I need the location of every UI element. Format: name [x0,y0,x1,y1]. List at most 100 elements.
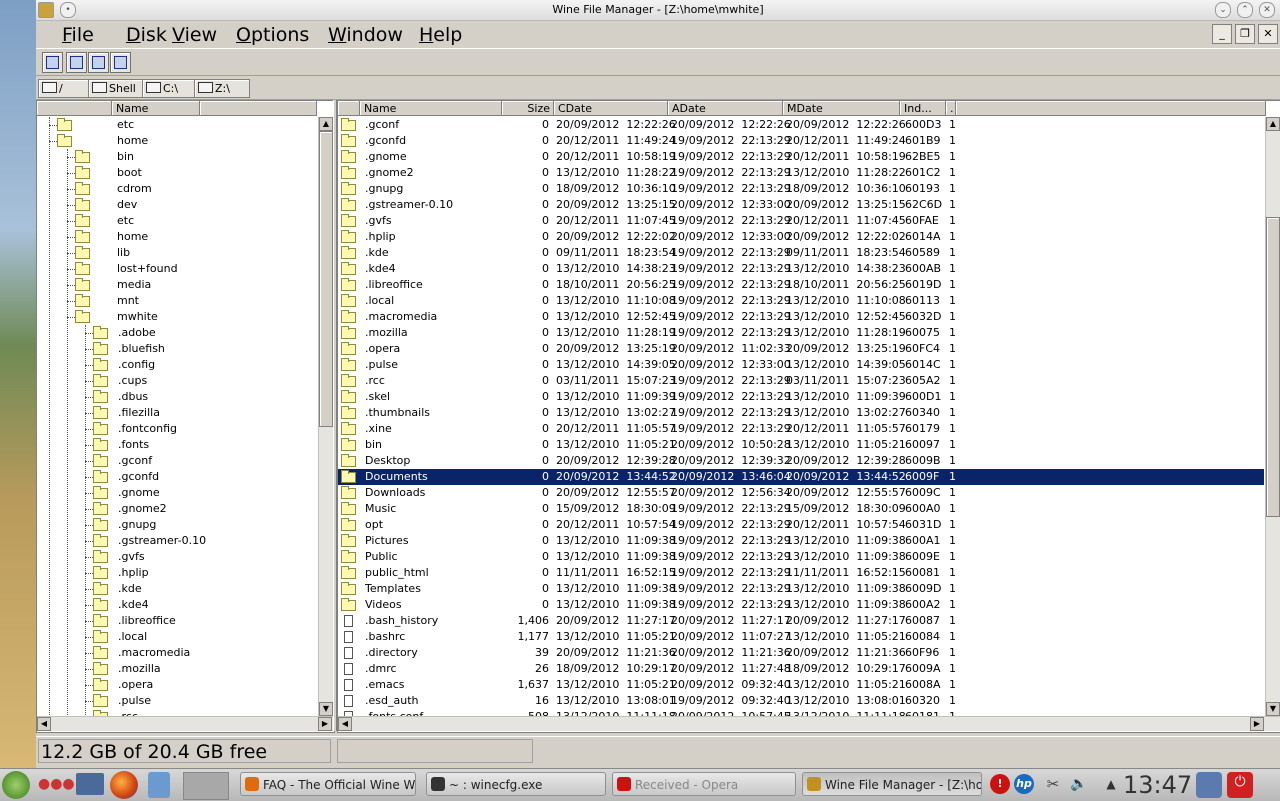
file-row[interactable]: .thumbnails 0 13/12/2010 13:02:27 19/09/201… [338,405,1264,421]
file-row[interactable]: Music 0 15/09/2012 18:30:09 19/09/2012 22:1… [338,501,1264,517]
file-row[interactable]: Templates 0 13/12/2010 11:09:38 19/09/2012 … [338,581,1264,597]
scroll-right-arrow-icon[interactable]: ▶ [1250,717,1264,731]
tree-item[interactable]: mwhite [37,309,317,325]
cascade-windows-button[interactable] [66,52,87,73]
scroll-down-arrow-icon[interactable]: ▼ [1266,702,1280,716]
file-row[interactable]: Public 0 13/12/2010 11:09:38 19/09/2012 22:… [338,549,1264,565]
file-row[interactable]: .pulse 0 13/12/2010 14:39:05 20/09/2012 12:… [338,357,1264,373]
tree-item[interactable]: lost+found [37,261,317,277]
file-row[interactable]: .gnome2 0 13/12/2010 11:28:22 19/09/2012 22… [338,165,1264,181]
tree-item[interactable]: .gnupg [37,517,317,533]
file-row[interactable]: .esd_auth 16 13/12/2010 13:08:01 19/09/2012… [338,693,1264,709]
file-row[interactable]: .hplip 0 20/09/2012 12:22:02 20/09/2012 12:… [338,229,1264,245]
tree-item[interactable]: .cups [37,373,317,389]
drive-button[interactable]: / [38,79,90,98]
minimize-window-icon[interactable]: ⌄ [1215,2,1231,18]
opera-notify-icon[interactable]: ! [990,774,1010,794]
files-horizontal-scrollbar[interactable]: ◀ ▶ [338,716,1280,731]
mdi-minimize-button[interactable]: _ [1212,24,1232,44]
tree-vertical-scrollbar[interactable]: ▲ ▼ [318,117,333,716]
tree-item[interactable]: .mozilla [37,661,317,677]
tree-item[interactable]: bin [37,149,317,165]
tree-item[interactable]: .pulse [37,693,317,709]
file-row[interactable]: opt 0 20/12/2011 10:57:54 19/09/2012 22:13:… [338,517,1264,533]
scroll-up-arrow-icon[interactable]: ▲ [1266,117,1280,131]
tree-item[interactable]: .gconf [37,453,317,469]
clock[interactable]: 13:47 [1123,771,1192,799]
close-window-icon[interactable]: ✕ [1259,2,1275,18]
tree-item[interactable]: etc [37,213,317,229]
connect-network-drive-button[interactable] [42,52,63,73]
tree-item[interactable]: etc [37,117,317,133]
file-row[interactable]: .dmrc 26 18/09/2012 10:29:17 20/09/2012 11:… [338,661,1264,677]
lock-screen-icon[interactable] [1196,772,1222,798]
column-header-cdate[interactable]: CDate [554,101,668,116]
file-manager-launcher-icon[interactable] [148,772,170,798]
scroll-thumb[interactable] [319,131,333,427]
file-row[interactable]: .xine 0 20/12/2011 11:05:57 19/09/2012 22:1… [338,421,1264,437]
file-row[interactable]: .rcc 0 03/11/2011 15:07:23 19/09/2012 22:13… [338,373,1264,389]
tree-item[interactable]: .opera [37,677,317,693]
file-row[interactable]: .local 0 13/12/2010 11:10:08 19/09/2012 22:… [338,293,1264,309]
tree-item[interactable]: .filezilla [37,405,317,421]
firefox-launcher-icon[interactable] [110,771,138,799]
scissors-icon[interactable]: ✂ [1043,774,1063,794]
tree-item[interactable]: .bluefish [37,341,317,357]
files-vertical-scrollbar[interactable]: ▲ ▼ [1265,117,1280,716]
file-row[interactable]: Desktop 0 20/09/2012 12:39:28 20/09/2012 12… [338,453,1264,469]
menu-file[interactable]: File [62,24,94,46]
tree-item[interactable]: .gnome2 [37,501,317,517]
column-header-size[interactable]: Size [502,101,554,116]
file-row[interactable]: .bashrc 1,177 13/12/2010 11:05:21 20/09/201… [338,629,1264,645]
file-row[interactable]: .gconfd 0 20/12/2011 11:49:24 19/09/2012 22… [338,133,1264,149]
taskbar-task-button[interactable]: Wine File Manager - [Z:\hom [802,772,982,796]
tree-item[interactable]: home [37,133,317,149]
menu-view[interactable]: View [172,24,217,46]
file-row[interactable]: .macromedia 0 13/12/2010 12:52:45 19/09/201… [338,309,1264,325]
tree-item[interactable]: .macromedia [37,645,317,661]
file-row[interactable]: bin 0 13/12/2010 11:05:21 20/09/2012 10:50:… [338,437,1264,453]
tray-expand-icon[interactable]: ▲ [1101,774,1121,794]
file-row[interactable]: .kde 0 09/11/2011 18:23:54 19/09/2012 22:13… [338,245,1264,261]
scroll-up-arrow-icon[interactable]: ▲ [319,117,333,131]
scroll-right-arrow-icon[interactable]: ▶ [318,717,332,731]
activities-dots-icon[interactable]: ●●● [38,774,75,794]
tree-item[interactable]: .gstreamer-0.10 [37,533,317,549]
tree-item[interactable]: .kde [37,581,317,597]
tree-horizontal-scrollbar[interactable]: ◀ ▶ [37,716,333,731]
file-row-selected[interactable]: Documents 0 20/09/2012 13:44:52 20/09/2012 … [338,469,1264,485]
menu-window[interactable]: Window [328,24,403,46]
tree-header-name[interactable]: Name [112,101,200,116]
file-row[interactable]: .opera 0 20/09/2012 13:25:19 20/09/2012 11:… [338,341,1264,357]
tree-item[interactable]: .fontconfig [37,421,317,437]
file-row[interactable]: .gnupg 0 18/09/2012 10:36:10 19/09/2012 22:… [338,181,1264,197]
file-row[interactable]: .bash_history 1,406 20/09/2012 11:27:17 20/… [338,613,1264,629]
tree-item[interactable]: dev [37,197,317,213]
file-row[interactable]: .kde4 0 13/12/2010 14:38:23 19/09/2012 22:1… [338,261,1264,277]
tree-item[interactable]: .gconfd [37,469,317,485]
tree-item[interactable]: .fonts [37,437,317,453]
taskbar-task-button[interactable]: ~ : winecfg.exe [426,772,606,796]
file-row[interactable]: .gconf 0 20/09/2012 12:22:26 20/09/2012 12:… [338,117,1264,133]
menu-options[interactable]: Options [236,24,309,46]
tree-item[interactable]: .adobe [37,325,317,341]
tree-item[interactable]: .local [37,629,317,645]
tile-vertically-button[interactable] [110,52,131,73]
tree-item[interactable]: .kde4 [37,597,317,613]
column-header-[interactable]: . [946,101,956,116]
tree-item[interactable]: .config [37,357,317,373]
taskbar-task-button[interactable]: Received - Opera [612,772,796,796]
file-row[interactable]: .libreoffice 0 18/10/2011 20:56:25 19/09/20… [338,277,1264,293]
tree-item[interactable]: home [37,229,317,245]
file-row[interactable]: .emacs 1,637 13/12/2010 11:05:21 20/09/2012… [338,677,1264,693]
column-header-adate[interactable]: ADate [668,101,783,116]
column-header-name[interactable]: Name [360,101,502,116]
file-row[interactable]: .mozilla 0 13/12/2010 11:28:19 19/09/2012 2… [338,325,1264,341]
tile-horizontally-button[interactable] [88,52,109,73]
tree-item[interactable]: .gvfs [37,549,317,565]
file-list-pane[interactable]: Name Size CDate ADate MDate Ind.... .gconf 0 20… [337,100,1280,733]
file-row[interactable]: .gvfs 0 20/12/2011 11:07:45 19/09/2012 22:1… [338,213,1264,229]
scroll-left-arrow-icon[interactable]: ◀ [338,717,352,731]
taskbar-task-button[interactable]: FAQ - The Official Wine Wiki [240,772,416,796]
drive-button[interactable]: Z:\ [194,79,250,98]
